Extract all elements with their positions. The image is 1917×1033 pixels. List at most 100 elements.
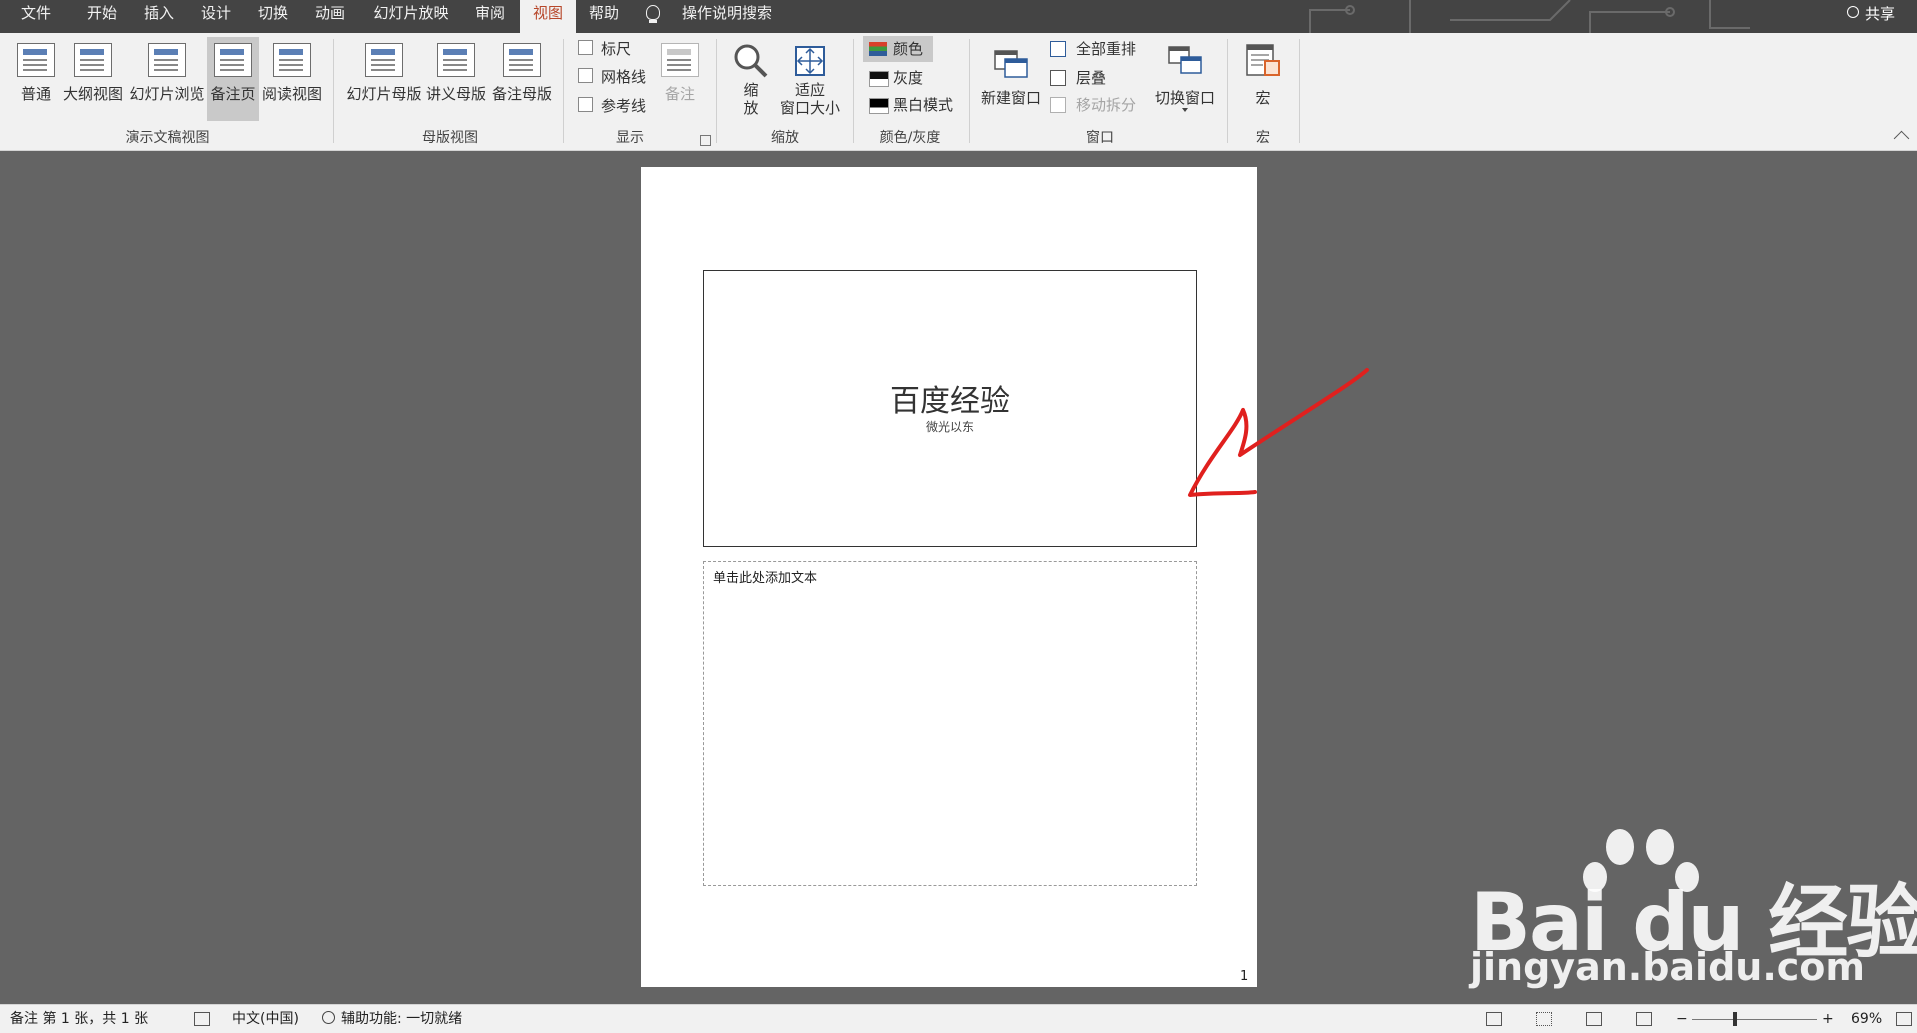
ribbon-view: 普通 大纲视图 幻灯片浏览 备注页 阅读视图 演示文稿视图 幻灯片母版 讲义母版… — [0, 33, 1917, 151]
ribbon-tab-bar: 文件 开始 插入 设计 切换 动画 幻灯片放映 审阅 视图 帮助 操作说明搜索 … — [0, 0, 1917, 33]
tab-view[interactable]: 视图 — [520, 0, 576, 33]
group-separator — [969, 39, 970, 143]
notes-button[interactable]: 备注 — [656, 37, 704, 121]
slide-subtitle: 微光以东 — [925, 420, 974, 434]
slide-count-status: 备注 第 1 张，共 1 张 — [10, 1011, 149, 1027]
slide-sorter-status-icon[interactable] — [1536, 1012, 1552, 1026]
notes-placeholder-box[interactable]: 单击此处添加文本 — [703, 561, 1197, 886]
notes-page-icon — [214, 43, 252, 77]
slide-thumbnail[interactable]: 百度经验 微光以东 — [703, 270, 1197, 547]
color-button[interactable]: 颜色 — [863, 36, 933, 62]
reading-view-label: 阅读视图 — [261, 85, 322, 103]
cascade-icon — [1050, 70, 1066, 86]
cascade-button[interactable]: 层叠 — [1046, 65, 1126, 91]
grayscale-swatch-icon — [869, 71, 889, 87]
tab-design[interactable]: 设计 — [196, 0, 236, 33]
zoom-slider-thumb[interactable] — [1733, 1012, 1737, 1026]
reading-view-button[interactable]: 阅读视图 — [260, 37, 324, 121]
ruler-label: 标尺 — [601, 40, 632, 58]
group-separator — [1299, 39, 1300, 143]
fit-label-1: 适应 — [794, 81, 825, 99]
group-label-show: 显示 — [616, 130, 644, 146]
reading-view-status-icon[interactable] — [1586, 1012, 1602, 1026]
accessibility-status[interactable]: 辅助功能: 一切就绪 — [322, 1005, 462, 1033]
tab-file[interactable]: 文件 — [16, 0, 56, 33]
ruler-checkbox[interactable]: 标尺 — [578, 37, 631, 61]
guides-checkbox[interactable]: 参考线 — [578, 94, 646, 118]
group-label-color-grayscale: 颜色/灰度 — [879, 130, 941, 146]
share-button[interactable]: 共享 — [1846, 0, 1895, 28]
macro-icon — [1246, 44, 1280, 76]
show-dialog-launcher-icon[interactable] — [700, 135, 711, 146]
tab-review[interactable]: 审阅 — [470, 0, 510, 33]
gridlines-checkbox[interactable]: 网格线 — [578, 65, 646, 89]
color-label: 颜色 — [893, 40, 924, 58]
group-separator — [333, 39, 334, 143]
group-label-master-views: 母版视图 — [422, 130, 478, 146]
outline-view-button[interactable]: 大纲视图 — [62, 37, 124, 121]
zoom-in-button[interactable]: + — [1822, 1005, 1834, 1033]
slideshow-status-icon[interactable] — [1636, 1012, 1652, 1026]
ruler-checkbox-box — [578, 40, 593, 55]
tab-transitions[interactable]: 切换 — [253, 0, 293, 33]
notes-placeholder-text: 单击此处添加文本 — [713, 571, 818, 586]
accessibility-label: 辅助功能: 一切就绪 — [341, 1011, 463, 1027]
collapse-ribbon-icon[interactable] — [1893, 130, 1910, 147]
baidu-watermark-url: jingyan.baidu.com — [1470, 945, 1865, 989]
group-separator — [716, 39, 717, 143]
zoom-label-1: 缩 — [743, 81, 759, 99]
group-separator — [1227, 39, 1228, 143]
language-status[interactable]: 中文(中国) — [232, 1005, 299, 1033]
zoom-level[interactable]: 69% — [1851, 1005, 1882, 1033]
group-separator — [853, 39, 854, 143]
person-icon — [1846, 5, 1859, 18]
switch-windows-button[interactable]: 切换窗口 — [1152, 37, 1218, 121]
slide-sorter-button[interactable]: 幻灯片浏览 — [128, 37, 206, 121]
zoom-label-2: 放 — [743, 99, 759, 117]
guides-checkbox-box — [578, 97, 593, 112]
black-white-button[interactable]: 黑白模式 — [863, 92, 953, 118]
switch-windows-label: 切换窗口 — [1154, 89, 1215, 107]
fit-to-window-button[interactable]: 适应 窗口大小 — [776, 37, 844, 121]
tell-me-label: 操作说明搜索 — [682, 4, 773, 22]
arrange-all-label: 全部重排 — [1076, 40, 1137, 58]
arrange-all-icon — [1050, 41, 1066, 57]
notes-master-label: 备注母版 — [491, 85, 552, 103]
normal-view-status-icon[interactable] — [1486, 1012, 1502, 1026]
reading-view-icon — [273, 43, 311, 77]
grayscale-label: 灰度 — [893, 69, 924, 87]
black-white-swatch-icon — [869, 98, 889, 114]
notes-icon — [661, 43, 699, 77]
tab-insert[interactable]: 插入 — [139, 0, 179, 33]
tab-animations[interactable]: 动画 — [310, 0, 350, 33]
notes-master-button[interactable]: 备注母版 — [490, 37, 554, 121]
tab-help[interactable]: 帮助 — [584, 0, 624, 33]
gridlines-label: 网格线 — [601, 68, 647, 86]
circuit-decoration — [1309, 0, 1750, 33]
notes-page-button[interactable]: 备注页 — [207, 37, 259, 121]
zoom-out-button[interactable]: − — [1676, 1005, 1688, 1033]
notes-master-icon — [503, 43, 541, 77]
arrange-all-button[interactable]: 全部重排 — [1046, 36, 1156, 62]
share-label: 共享 — [1864, 5, 1895, 23]
gridlines-checkbox-box — [578, 68, 593, 83]
handout-master-button[interactable]: 讲义母版 — [425, 37, 487, 121]
tab-home[interactable]: 开始 — [82, 0, 122, 33]
slide-master-button[interactable]: 幻灯片母版 — [345, 37, 423, 121]
move-split-button[interactable]: 移动拆分 — [1046, 92, 1156, 118]
lightbulb-icon — [646, 5, 660, 23]
grayscale-button[interactable]: 灰度 — [863, 65, 933, 91]
zoom-slider-track[interactable] — [1692, 1019, 1817, 1020]
zoom-button[interactable]: 缩 放 — [726, 37, 776, 121]
normal-view-icon — [17, 43, 55, 77]
accessibility-icon — [322, 1010, 335, 1024]
normal-view-button[interactable]: 普通 — [14, 37, 58, 121]
color-swatch-icon — [869, 42, 887, 56]
notes-status-icon[interactable] — [194, 1012, 210, 1026]
tab-slide-show[interactable]: 幻灯片放映 — [368, 0, 454, 33]
group-label-presentation-views: 演示文稿视图 — [125, 130, 210, 146]
notes-page-label: 备注页 — [210, 85, 256, 103]
macros-button[interactable]: 宏 — [1236, 37, 1290, 121]
new-window-button[interactable]: 新建窗口 — [978, 37, 1044, 121]
fit-slide-status-icon[interactable] — [1896, 1012, 1912, 1026]
